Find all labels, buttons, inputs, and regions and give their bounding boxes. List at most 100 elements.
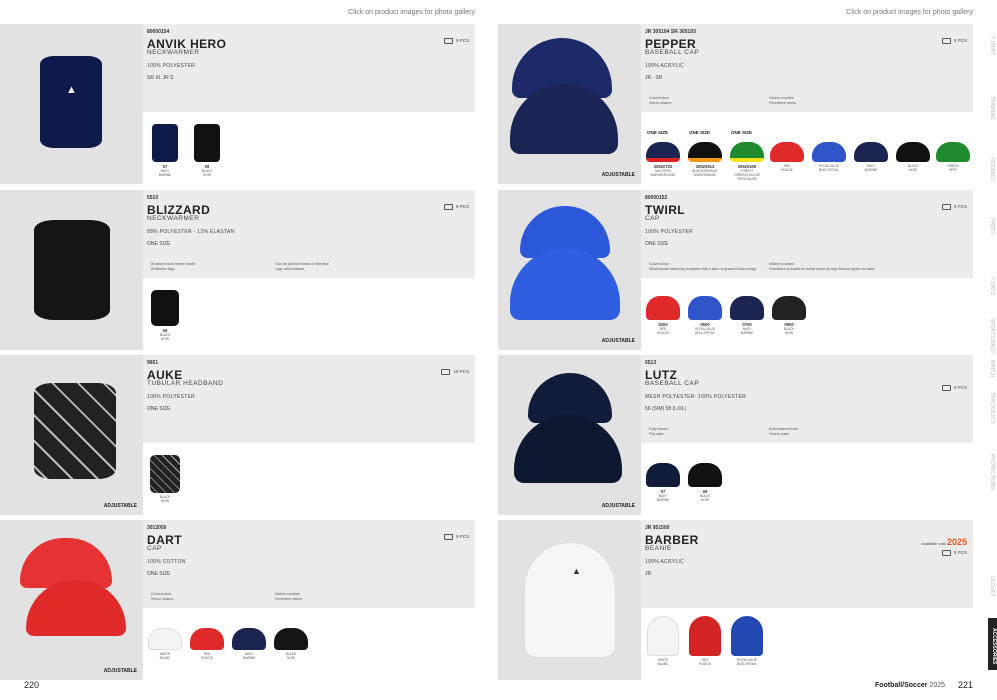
- tab-gloves[interactable]: GLOVES: [981, 576, 995, 597]
- product-type: CAP: [645, 215, 660, 222]
- feature-list-fr: Visiere courbee Fermeture velcro: [769, 96, 797, 105]
- tab-tracksuits[interactable]: TRACKSUITS: [981, 392, 995, 424]
- left-page: Click on product images for photo galler…: [0, 0, 490, 700]
- macron-logo: ▲: [572, 566, 581, 576]
- product-material: 100% POLYESTER: [147, 63, 196, 69]
- tab-protections[interactable]: PROTECTIONS: [981, 454, 995, 490]
- tab-hoodies[interactable]: HOODIES: [981, 158, 995, 181]
- product-type: NECKWARMER: [147, 215, 200, 222]
- swatch[interactable]: ROYAL BLUE BLEU ROYAL: [811, 142, 847, 172]
- swatch[interactable]: BLACK NOIR: [273, 628, 309, 660]
- swatch[interactable]: 0900 BLACK NOIR: [771, 296, 807, 335]
- swatch[interactable]: 30520405 FOREST GREEN/YELLOW VERT/JAUNE: [729, 142, 765, 181]
- swatch[interactable]: NAVY MARINE: [231, 628, 267, 660]
- product-photo[interactable]: [0, 190, 143, 350]
- swatch[interactable]: 30520913 BLACK/ORANGE NOIR/ORANGE: [687, 142, 723, 177]
- product-card-pepper[interactable]: ADJUSTABLE JR 305104 SR 305103 PEPPER BA…: [498, 24, 973, 184]
- swatch[interactable]: 09 BLACK NOIR: [189, 124, 225, 177]
- adjustable-label: ADJUSTABLE: [103, 503, 137, 509]
- swatch[interactable]: 07 NAVY MARINE: [147, 124, 183, 177]
- product-photo[interactable]: ADJUSTABLE: [498, 24, 641, 184]
- swatch[interactable]: 09 BLACK NOIR: [147, 290, 183, 341]
- tab-sports-bags[interactable]: SPORTS BAGS: [981, 318, 995, 354]
- one-size-label: ONE SIZE: [689, 130, 711, 135]
- feature-list: Curved visor Velcro closure: [151, 592, 174, 601]
- swatch[interactable]: RED ROUGE: [769, 142, 805, 172]
- swatch[interactable]: RED ROUGE: [687, 616, 723, 666]
- feature-list-fr: Visiere courbee Fermeture a boucle en met…: [769, 262, 875, 271]
- color-swatches: 07 NAVY MARINE 09 BLACK NOIR: [143, 112, 475, 184]
- product-size: JR - SR: [645, 75, 663, 81]
- swatch[interactable]: ROYAL BLUE BLEU ROYAL: [729, 616, 765, 666]
- product-photo[interactable]: ADJUSTABLE: [0, 520, 143, 680]
- adjustable-label: ADJUSTABLE: [601, 338, 635, 344]
- product-material: 88% POLYESTER - 12% ELASTAN: [147, 229, 235, 235]
- box-icon: [441, 369, 451, 375]
- pack-size: 6 PCS: [941, 385, 967, 391]
- feature-list-fr: Visiere courbee Fermeture velcro: [275, 592, 303, 601]
- product-card-auke[interactable]: ADJUSTABLE 9651 AUKE TUBULAR HEADBAND 10…: [0, 355, 475, 515]
- swatch[interactable]: WHITE BLANC: [645, 616, 681, 666]
- product-code: JR 305104 SR 305103: [645, 29, 696, 35]
- product-material: 100% ACRYLIC: [645, 63, 685, 69]
- box-icon: [941, 385, 951, 391]
- product-photo[interactable]: ADJUSTABLE: [498, 190, 641, 350]
- product-code: 5513: [645, 360, 657, 366]
- tab-t-shirt[interactable]: T-SHIRT: [981, 36, 995, 55]
- color-swatches: 0200 RED ROUGE 0500 ROYAL BLUE BLEU ROYAL 07…: [641, 278, 973, 350]
- tab-coats[interactable]: COATS: [981, 278, 995, 295]
- product-code: 9651: [147, 360, 159, 366]
- page-number-left: 220: [24, 680, 40, 690]
- swatch[interactable]: BLACK NOIR: [895, 142, 931, 172]
- availability-badge: Available until 2025: [921, 537, 967, 547]
- product-card-barber[interactable]: ▲ JR 951500 BARBER BEANIE 100% ACRYLIC J…: [498, 520, 973, 680]
- swatch[interactable]: 07 NAVY MARINE: [645, 463, 681, 502]
- product-photo[interactable]: ▲: [0, 24, 143, 184]
- product-code: 5510: [147, 195, 159, 201]
- pack-size: 10 PCS: [441, 369, 469, 375]
- product-photo[interactable]: ▲: [498, 520, 641, 680]
- box-icon: [941, 204, 951, 210]
- feature-list-fr: Embroidered front Visiere plate: [769, 427, 798, 436]
- product-type: BASEBALL CAP: [645, 380, 700, 387]
- product-card-lutz[interactable]: ADJUSTABLE 5513 LUTZ BASEBALL CAP MESH P…: [498, 355, 973, 515]
- swatch[interactable]: 0700 NAVY MARINE: [729, 296, 765, 335]
- swatch[interactable]: WHITE BLANC: [147, 628, 183, 660]
- product-photo[interactable]: ADJUSTABLE: [0, 355, 143, 515]
- product-card-dart[interactable]: ADJUSTABLE 3012050 DART CAP 100% COTTON …: [0, 520, 475, 680]
- product-material: 100% POLYESTER: [645, 229, 694, 235]
- product-material: 100% COTTON: [147, 559, 186, 565]
- adjustable-label: ADJUSTABLE: [601, 503, 635, 509]
- swatch[interactable]: NAVY MARINE: [853, 142, 889, 172]
- product-material: 100% POLYESTER: [147, 394, 196, 400]
- swatch[interactable]: RED ROUGE: [189, 628, 225, 660]
- product-photo[interactable]: ADJUSTABLE: [498, 355, 641, 515]
- tab-match[interactable]: MATCH: [981, 360, 995, 377]
- box-icon: [443, 204, 453, 210]
- pack-size: 5 PCS: [941, 550, 967, 556]
- tab-pants[interactable]: PANTS: [981, 218, 995, 234]
- swatch[interactable]: GREEN VERT: [935, 142, 971, 172]
- swatch[interactable]: BLACK NOIR: [147, 455, 183, 503]
- color-swatches: 07 NAVY MARINE 09 BLACK NOIR: [641, 443, 973, 515]
- product-card-anvik-hero[interactable]: ▲ 80000154 ANVIK HERO NECKWARMER 100% PO…: [0, 24, 475, 184]
- tab-accessories[interactable]: ACCESSORIES: [988, 618, 997, 670]
- color-swatches: WHITE BLANC RED ROUGE ROYAL BLUE BLEU ROYAL: [641, 608, 973, 680]
- product-size: JR: [645, 571, 652, 577]
- product-card-blizzard[interactable]: 5510 BLIZZARD NECKWARMER 88% POLYESTER -…: [0, 190, 475, 350]
- product-size: ONE SIZE: [147, 571, 171, 577]
- swatch[interactable]: 09 BLACK NOIR: [687, 463, 723, 502]
- feature-list: Brushed micro fleece inside Reflective lo…: [151, 262, 196, 271]
- box-icon: [443, 38, 453, 44]
- macron-logo: ▲: [66, 84, 77, 96]
- box-icon: [941, 550, 951, 556]
- pack-size: 5 PCS: [941, 38, 967, 44]
- product-type: TUBULAR HEADBAND: [147, 380, 224, 387]
- color-swatches: WHITE BLANC RED ROUGE NAVY MARINE BLACK NOIR: [143, 608, 475, 680]
- swatch[interactable]: 0200 RED ROUGE: [645, 296, 681, 335]
- tab-training[interactable]: TRAINING: [981, 96, 995, 120]
- swatch[interactable]: 0500 ROYAL BLUE BLEU ROYAL: [687, 296, 723, 335]
- page-number-right: 221: [957, 680, 973, 690]
- swatch[interactable]: 30520702 NAVY/RED MARINE/ROUGE: [645, 142, 681, 177]
- product-card-twirl[interactable]: ADJUSTABLE 80000152 TWIRL CAP 100% POLYE…: [498, 190, 973, 350]
